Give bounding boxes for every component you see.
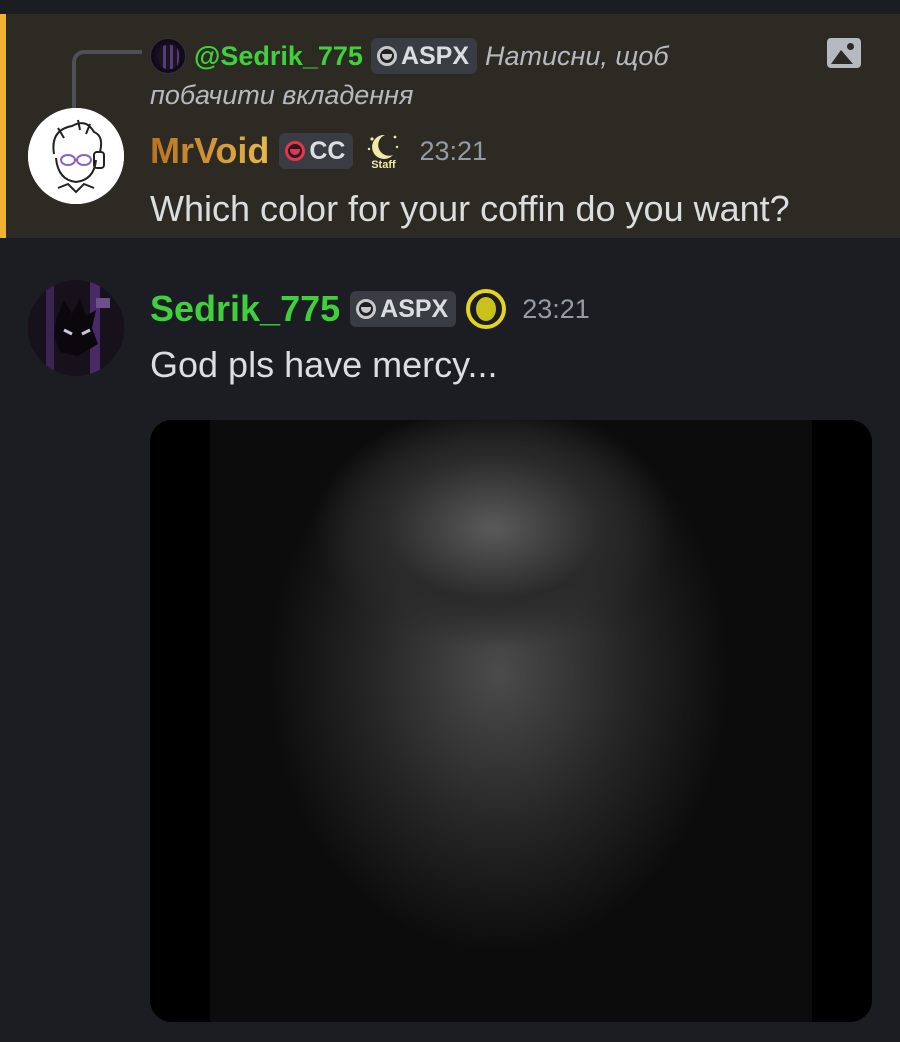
- reply-author[interactable]: @Sedrik_775: [194, 41, 363, 72]
- avatar[interactable]: [28, 280, 124, 376]
- image-icon: [827, 38, 861, 68]
- timestamp[interactable]: 23:21: [419, 136, 487, 167]
- mention-accent-bar: [0, 14, 6, 238]
- author-line: MrVoid CC Staff 23:21: [150, 130, 487, 172]
- role-chip[interactable]: CC: [279, 133, 354, 169]
- message-mrvoid[interactable]: @Sedrik_775 ASPX Натисни, щоб побачити в…: [0, 14, 900, 238]
- avatar-drawing: [28, 280, 124, 376]
- reply-role-chip[interactable]: ASPX: [370, 38, 478, 74]
- role-icon: [356, 299, 377, 319]
- reply-reference[interactable]: @Sedrik_775 ASPX Натисни, щоб: [150, 36, 850, 76]
- message-content: Which color for your coffin do you want?: [150, 188, 790, 229]
- letterbox-left: [150, 420, 210, 1022]
- author-name[interactable]: MrVoid: [150, 130, 269, 172]
- moon-badge-icon[interactable]: [466, 289, 507, 329]
- role-icon: [376, 46, 397, 66]
- staff-badge-label: Staff: [371, 159, 396, 171]
- avatar[interactable]: [28, 108, 124, 204]
- role-label: ASPX: [380, 294, 449, 323]
- attachment-photo: [208, 420, 814, 1022]
- reply-avatar[interactable]: [150, 38, 186, 74]
- author-name[interactable]: Sedrik_775: [150, 288, 340, 330]
- timestamp[interactable]: 23:21: [522, 294, 590, 325]
- staff-badge-icon[interactable]: Staff: [363, 131, 403, 171]
- message-content: God pls have mercy...: [150, 344, 498, 385]
- letterbox-right: [812, 420, 872, 1022]
- reply-preview-text[interactable]: Натисни, щоб: [485, 41, 669, 72]
- role-label: CC: [309, 136, 346, 165]
- author-line: Sedrik_775 ASPX 23:21: [150, 288, 590, 330]
- image-attachment[interactable]: [150, 420, 872, 1022]
- avatar-drawing: [28, 108, 124, 204]
- chat-view: @Sedrik_775 ASPX Натисни, щоб побачити в…: [0, 0, 900, 1042]
- role-icon: [285, 141, 306, 161]
- reply-preview-text-cont[interactable]: побачити вкладення: [150, 80, 413, 111]
- reply-role-label: ASPX: [400, 41, 470, 70]
- role-chip[interactable]: ASPX: [350, 291, 457, 327]
